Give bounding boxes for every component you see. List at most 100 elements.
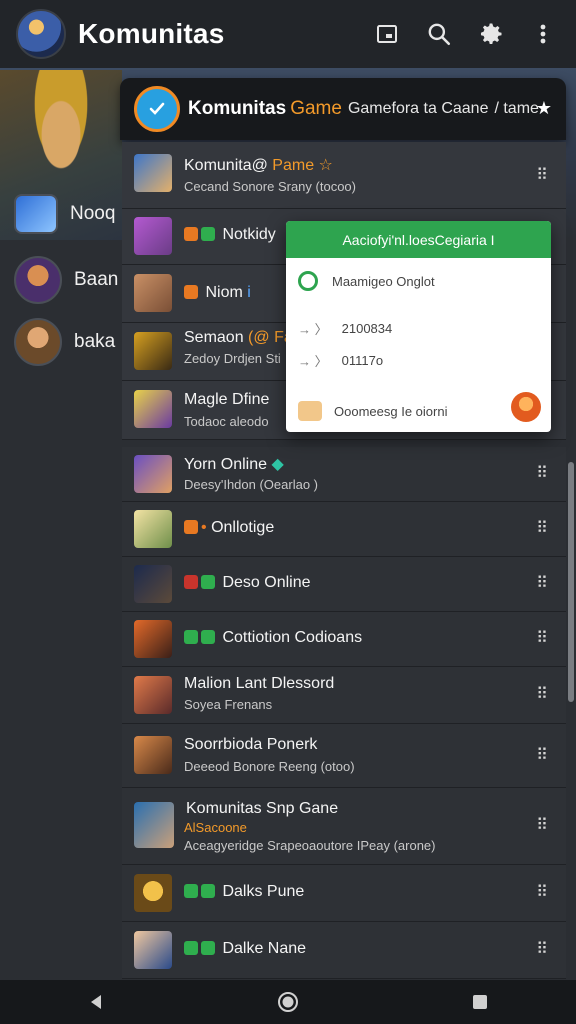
list-item-tag: Pame ☆: [272, 157, 333, 174]
row-menu-icon[interactable]: ⠿: [532, 519, 552, 539]
home-icon: [278, 992, 298, 1012]
recents-icon: [473, 995, 487, 1009]
settings-button[interactable]: [470, 13, 512, 55]
list-item[interactable]: Dalks Pune ⠿: [122, 865, 566, 922]
list-item-tag: AlSacoone: [184, 820, 247, 835]
more-button[interactable]: [522, 13, 564, 55]
gear-icon: [480, 23, 502, 45]
game-icon: [134, 332, 172, 370]
list-item-subtitle: Deesy'Ihdon (Oearlao ): [184, 477, 318, 492]
back-button[interactable]: [76, 982, 116, 1022]
status-ring-icon: [298, 271, 318, 291]
community-popup[interactable]: Aaciofyi'nl.loesCegiaria I Maamigeo Ongl…: [286, 221, 551, 432]
back-icon: [91, 995, 101, 1009]
list-item[interactable]: Malion Lant Dlessord Soyea Frenans ⠿: [122, 667, 566, 724]
sidebar-item[interactable]: Baan: [14, 256, 118, 304]
row-menu-icon[interactable]: ⠿: [532, 940, 552, 960]
list-item[interactable]: Soorrbioda Ponerk Deeeod Bonore Reeng (o…: [122, 724, 566, 788]
badge-icon: [298, 401, 322, 421]
search-icon: [428, 23, 451, 46]
list-item[interactable]: Yorn Online ◆ Deesy'Ihdon (Oearlao ) ⠿: [122, 447, 566, 502]
game-icon: [134, 274, 172, 312]
sidebar-item-label: baka: [74, 331, 116, 352]
list-item[interactable]: Dalke Nane ⠿: [122, 922, 566, 979]
header-subtitle: Gamefora ta Caane: [347, 100, 489, 117]
game-icon: [134, 874, 172, 912]
more-vertical-icon: [540, 24, 546, 44]
sidebar-item[interactable]: Nooq: [14, 194, 115, 234]
list-item-subtitle: Todaoc aleodo: [184, 414, 269, 429]
header-extra: / tame: [494, 100, 539, 117]
list-item-title: • Onllotige: [184, 519, 274, 537]
row-menu-icon[interactable]: ⠿: [532, 685, 552, 705]
list-item-title: Cottiotion Codioans: [184, 629, 362, 647]
game-icon: [134, 154, 172, 192]
arrow-right-icon: → 〉: [298, 322, 328, 337]
game-icon: [134, 455, 172, 493]
top-app-bar: Komunitas: [0, 0, 576, 68]
game-icon: [134, 620, 172, 658]
recents-button[interactable]: [460, 982, 500, 1022]
row-menu-icon[interactable]: ⠿: [532, 464, 552, 484]
list-item-title: Notkidy: [184, 226, 276, 244]
row-menu-icon[interactable]: ⠿: [532, 816, 552, 836]
list-item-title: Soorrbioda Ponerk: [184, 736, 318, 753]
list-item-title: Deso Online: [184, 574, 311, 592]
game-icon: [134, 565, 172, 603]
app-avatar-icon[interactable]: [16, 9, 66, 59]
game-icon: [134, 736, 172, 774]
popup-row[interactable]: Ooomeesg Ie oiorni: [298, 401, 447, 421]
chat-icon: [134, 86, 180, 132]
game-icon: [134, 931, 172, 969]
row-menu-icon[interactable]: ⠿: [532, 746, 552, 766]
list-item[interactable]: Cottiotion Codioans ⠿: [122, 612, 566, 667]
row-menu-icon[interactable]: ⠿: [532, 629, 552, 649]
list-item[interactable]: Komunitas Snp Gane AlSacoone Aceagyeridg…: [122, 788, 566, 865]
popup-row[interactable]: → 〉 2100834: [298, 319, 392, 338]
popup-footer: Ooomeesg Ie oiorni: [334, 403, 448, 419]
list-item-title: Malion Lant Dlessord: [184, 675, 335, 692]
game-icon: [134, 510, 172, 548]
list-item[interactable]: Komunita@ Pame ☆ Cecand Sonore Srany (to…: [122, 142, 566, 209]
list-item-title: Dalke Nane: [184, 940, 306, 958]
popup-title: Aaciofyi'nl.loesCegiaria I: [286, 221, 551, 258]
popup-row[interactable]: Maamigeo Onglot: [298, 271, 435, 291]
list-item-subtitle: Soyea Frenans: [184, 697, 273, 712]
list-item-subtitle: Deeeod Bonore Reeng (otoo): [184, 759, 355, 774]
header-title: Komunitas: [188, 98, 287, 119]
popup-line-3: 01117o: [341, 353, 384, 368]
fire-icon[interactable]: [511, 392, 541, 422]
navigation-bar: [0, 980, 576, 1024]
list-item[interactable]: Deso Online ⠿: [122, 557, 566, 612]
game-badge-icon: [14, 194, 58, 234]
header-game: Game: [290, 98, 342, 119]
popup-row[interactable]: → 〉 01117o: [298, 351, 383, 370]
row-menu-icon[interactable]: ⠿: [532, 883, 552, 903]
community-header[interactable]: Komunitas Game Gamefora ta Caane / tame …: [120, 78, 566, 140]
top-actions: [366, 0, 564, 68]
home-button[interactable]: [268, 982, 308, 1022]
sidebar-item[interactable]: baka: [14, 318, 115, 366]
window-button[interactable]: [366, 13, 408, 55]
window-icon: [377, 25, 397, 43]
game-icon: [134, 390, 172, 428]
arrow-right-icon: → 〉: [298, 354, 328, 369]
list-item-title: Komunita@ Pame ☆: [184, 157, 333, 174]
list-item[interactable]: • Onllotige ⠿: [122, 502, 566, 557]
game-icon: [134, 217, 172, 255]
list-item-subtitle: Aceagyeridge Srapeoaoutore IPeay (arone): [184, 838, 436, 853]
list-item-title: Komunitas Snp Gane: [186, 800, 339, 817]
row-menu-icon[interactable]: ⠿: [532, 166, 552, 186]
avatar: [14, 256, 62, 304]
avatar: [14, 318, 62, 366]
list-item-title: Magle Dfine: [184, 391, 270, 408]
search-button[interactable]: [418, 13, 460, 55]
game-icon: [134, 676, 172, 714]
sidebar-item-label: Nooq: [70, 203, 116, 224]
scrollbar[interactable]: [568, 462, 574, 702]
row-menu-icon[interactable]: ⠿: [532, 574, 552, 594]
popup-line-2: 2100834: [341, 321, 393, 336]
list-item-title: Yorn Online ◆: [184, 456, 284, 473]
star-icon[interactable]: ★: [536, 98, 552, 119]
app-title: Komunitas: [78, 18, 225, 49]
